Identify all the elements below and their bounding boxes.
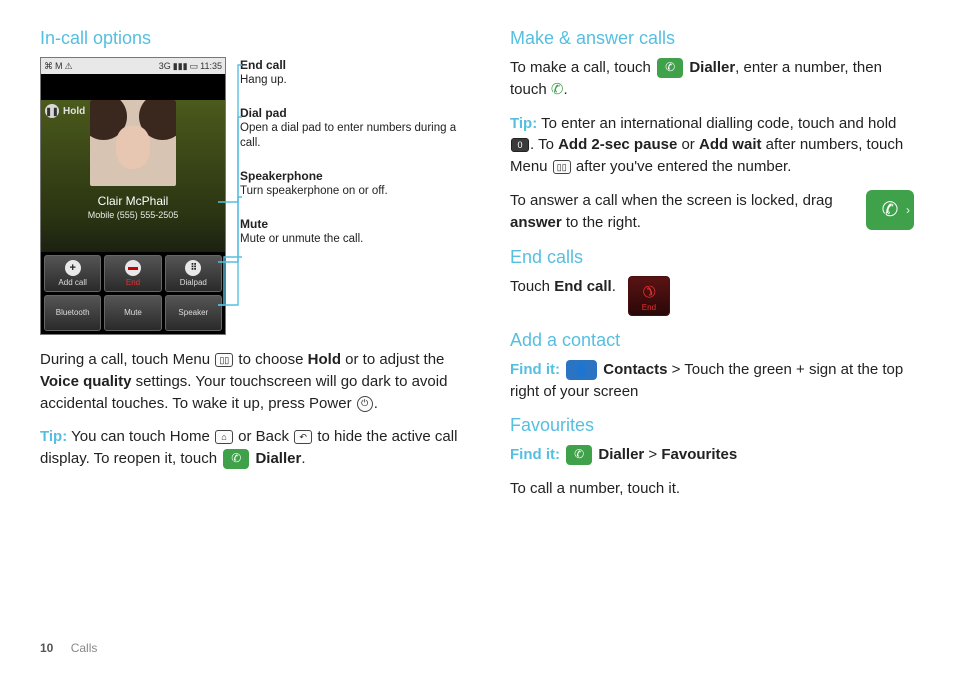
paragraph-answer: To answer a call when the screen is lock…: [510, 190, 854, 234]
call-icon: ✆: [551, 81, 564, 98]
heading-favourites: Favourites: [510, 415, 914, 436]
end-tile: ✆ End: [628, 276, 670, 316]
callout-title: Dial pad: [240, 105, 460, 121]
tip-label: Tip:: [40, 428, 67, 445]
contacts-label: Contacts: [603, 361, 667, 378]
heading-make-answer: Make & answer calls: [510, 28, 914, 49]
end-label: End: [126, 278, 140, 287]
dialler-pill-icon: ✆: [223, 449, 249, 469]
zero-key-icon: 0: [511, 138, 529, 152]
menu-icon: ▯▯: [215, 353, 233, 367]
callout-title: Speakerphone: [240, 168, 460, 184]
paragraph-favourites-path: Find it: ✆ Dialler > Favourites: [510, 444, 914, 466]
pause-icon: ❚❚: [45, 104, 59, 118]
network-3g-icon: 3G: [159, 61, 171, 71]
dialler-pill-icon: ✆: [566, 445, 592, 465]
end-call-icon: ✆: [637, 279, 661, 303]
heading-in-call-options: In-call options: [40, 28, 460, 49]
home-icon: ⌂: [215, 430, 233, 444]
paragraph-tip-intl: Tip: To enter an international dialling …: [510, 113, 914, 178]
paragraph-make-call: To make a call, touch ✆ Dialler, enter a…: [510, 57, 914, 101]
voicemail-icon: ⌘: [44, 61, 53, 72]
end-icon: ▬: [125, 260, 141, 276]
end-call-button[interactable]: ▬ End: [104, 255, 161, 292]
mail-icon: M: [55, 61, 63, 71]
end-tile-label: End: [642, 303, 656, 312]
heading-add-contact: Add a contact: [510, 330, 914, 351]
paragraph-favourites-body: To call a number, touch it.: [510, 478, 914, 500]
hold-badge: ❚❚ Hold: [45, 104, 85, 118]
menu-icon: ▯▯: [553, 160, 571, 174]
dialler-label: Dialler: [255, 450, 301, 467]
bluetooth-button[interactable]: Bluetooth: [44, 295, 101, 332]
plus-icon: +: [65, 260, 81, 276]
paragraph-add-contact: Find it: 👤 Contacts > Touch the green + …: [510, 359, 914, 403]
caller-avatar: [90, 100, 176, 186]
power-icon: ⏻: [357, 396, 373, 412]
callout-body: Turn speakerphone on or off.: [240, 184, 460, 200]
find-it-label: Find it:: [510, 361, 560, 378]
warning-icon: ⚠: [65, 61, 73, 72]
phone-mock: ⌘ M ⚠ 3G ▮▮▮ ▭ 11:35 ❚❚ Hold: [40, 57, 226, 335]
tip-label: Tip:: [510, 115, 537, 132]
page-footer: 10 Calls: [40, 641, 97, 655]
heading-end-calls: End calls: [510, 247, 914, 268]
section-name: Calls: [71, 641, 98, 655]
status-bar: ⌘ M ⚠ 3G ▮▮▮ ▭ 11:35: [41, 58, 225, 74]
page-number: 10: [40, 641, 53, 655]
dialler-label: Dialler: [689, 59, 735, 76]
dialler-label: Dialler: [598, 446, 644, 463]
callout-dial-pad: Dial pad Open a dial pad to enter number…: [240, 105, 460, 152]
callout-title: Mute: [240, 216, 460, 232]
add-call-label: Add call: [58, 278, 86, 287]
find-it-label: Find it:: [510, 446, 560, 463]
callout-end-call: End call Hang up.: [240, 57, 460, 89]
callout-title: End call: [240, 57, 460, 73]
mute-button[interactable]: Mute: [104, 295, 161, 332]
bluetooth-label: Bluetooth: [56, 308, 90, 317]
back-icon: ↶: [294, 430, 312, 444]
battery-icon: ▭: [190, 61, 199, 72]
callout-body: Open a dial pad to enter numbers during …: [240, 121, 460, 152]
contacts-pill-icon: 👤: [566, 360, 597, 380]
speaker-button[interactable]: Speaker: [165, 295, 222, 332]
callout-body: Mute or unmute the call.: [240, 232, 460, 248]
signal-icon: ▮▮▮: [173, 61, 188, 72]
add-call-button[interactable]: + Add call: [44, 255, 101, 292]
answer-tile: ✆: [866, 190, 914, 230]
dialler-pill-icon: ✆: [657, 58, 683, 78]
callout-speakerphone: Speakerphone Turn speakerphone on or off…: [240, 168, 460, 200]
caller-number: Mobile (555) 555-2505: [41, 210, 225, 220]
mute-label: Mute: [124, 308, 142, 317]
dialpad-button[interactable]: ⠿ Dialpad: [165, 255, 222, 292]
phone-icon: ✆: [882, 197, 899, 222]
dialpad-icon: ⠿: [185, 260, 201, 276]
paragraph-during-call: During a call, touch Menu ▯▯ to choose H…: [40, 349, 460, 414]
paragraph-tip-home-back: Tip: You can touch Home ⌂ or Back ↶ to h…: [40, 426, 460, 470]
favourites-label: Favourites: [661, 446, 737, 463]
speaker-label: Speaker: [178, 308, 208, 317]
hold-label: Hold: [63, 106, 85, 117]
callout-mute: Mute Mute or unmute the call.: [240, 216, 460, 248]
paragraph-end-call: Touch End call.: [510, 276, 616, 298]
callout-body: Hang up.: [240, 73, 460, 89]
caller-name: Clair McPhail: [41, 194, 225, 208]
dialpad-label: Dialpad: [180, 278, 207, 287]
